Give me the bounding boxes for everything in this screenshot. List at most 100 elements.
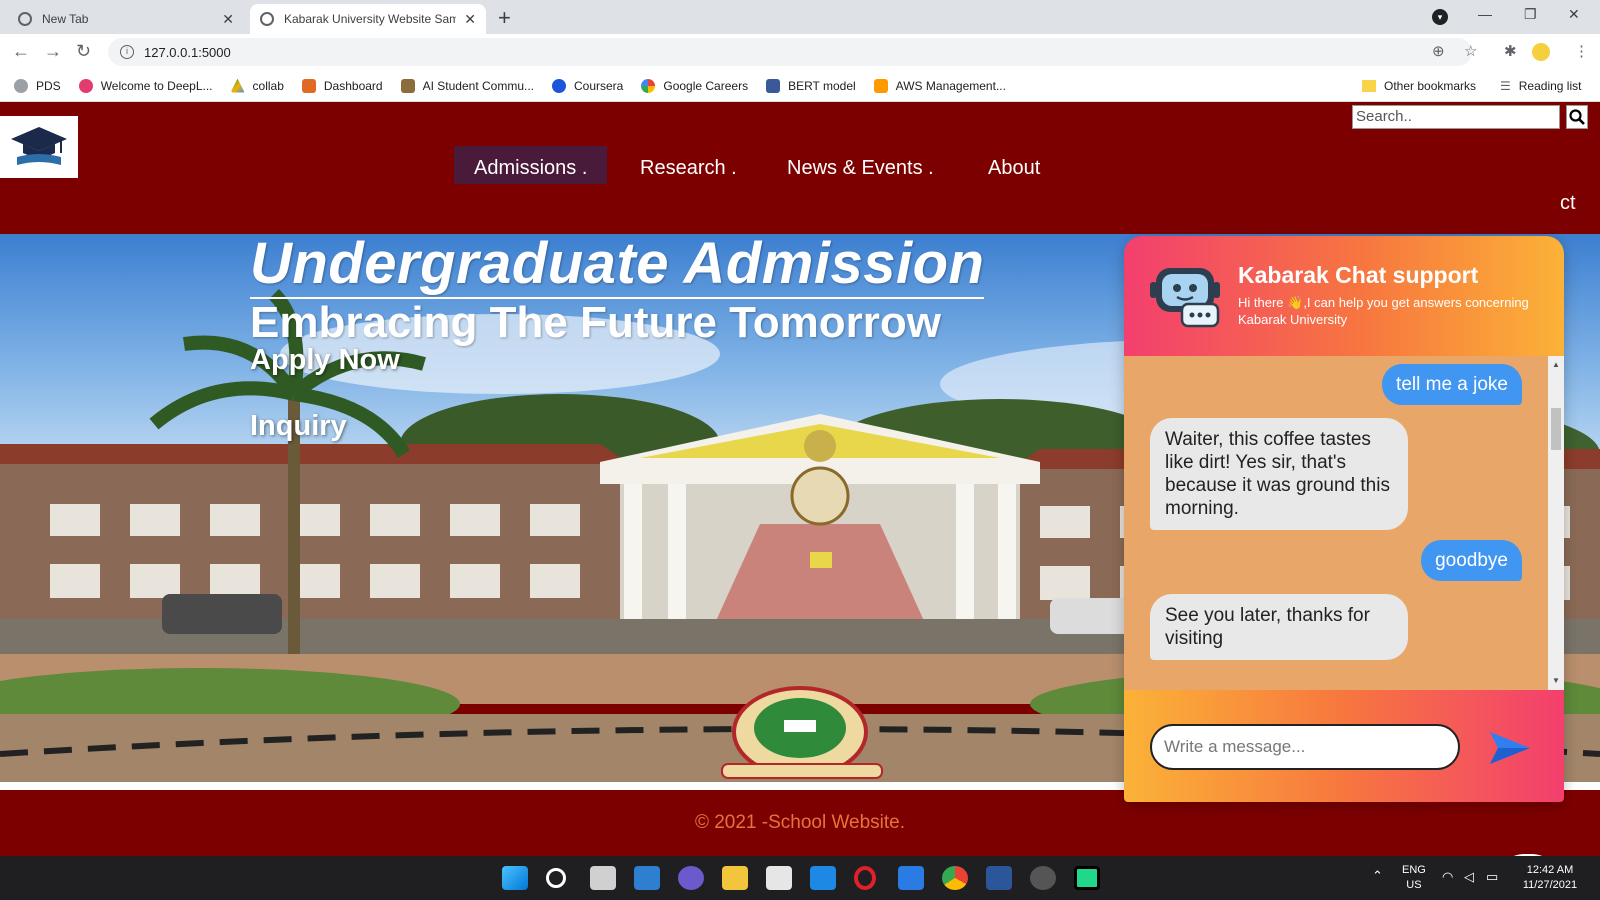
bookmark-item[interactable]: AI Student Commu...: [400, 78, 534, 93]
address-bar[interactable]: i 127.0.0.1:5000: [108, 38, 1472, 66]
search-button[interactable]: [1566, 105, 1588, 129]
deepl-icon: [78, 78, 93, 93]
user-message: tell me a joke: [1382, 364, 1522, 405]
windows-taskbar: ⌃ ENG US ◠ ◁ ▭ 12:42 AM 11/27/2021: [0, 856, 1600, 900]
bookmark-item[interactable]: PDS: [14, 78, 61, 93]
tray-overflow-icon[interactable]: ⌃: [1372, 868, 1383, 883]
file-explorer-icon[interactable]: [722, 866, 748, 890]
task-view-icon[interactable]: [590, 866, 616, 890]
nav-admissions[interactable]: Admissions .: [454, 146, 608, 184]
obs-icon[interactable]: [1030, 866, 1056, 890]
other-bookmarks[interactable]: Other bookmarks: [1362, 70, 1476, 102]
opera-icon[interactable]: [854, 866, 876, 890]
profile-avatar[interactable]: [1532, 43, 1550, 61]
todo-icon[interactable]: [898, 866, 924, 890]
bookmarks-bar: PDS Welcome to DeepL... collab Dashboard…: [0, 70, 1600, 102]
bot-message: See you later, thanks for visiting: [1150, 594, 1408, 660]
store-icon[interactable]: [766, 866, 792, 890]
menu-kebab-icon[interactable]: ⋮: [1574, 42, 1589, 60]
search-taskbar-icon[interactable]: [546, 868, 566, 888]
folder-icon: [1362, 80, 1376, 92]
close-icon[interactable]: ✕: [464, 11, 476, 28]
chat-header: Kabarak Chat support Hi there 👋,I can he…: [1124, 236, 1564, 356]
battery-icon[interactable]: ▭: [1486, 869, 1498, 884]
clock[interactable]: 12:42 AM 11/27/2021: [1514, 863, 1586, 893]
ai-community-icon: [400, 78, 415, 93]
reading-list[interactable]: ☰ Reading list: [1500, 70, 1581, 102]
word-icon[interactable]: [986, 866, 1012, 890]
nav-news-events[interactable]: News & Events .: [767, 146, 954, 184]
inquiry-link[interactable]: Inquiry: [250, 410, 347, 443]
lang-label: ENG: [1402, 864, 1426, 876]
info-icon[interactable]: i: [120, 45, 134, 59]
tab-search-icon[interactable]: ▾: [1432, 9, 1448, 25]
clock-time: 12:42 AM: [1526, 864, 1574, 876]
pycharm-icon[interactable]: [1074, 866, 1100, 890]
bookmark-item[interactable]: Dashboard: [301, 78, 383, 93]
back-icon[interactable]: ←: [12, 41, 30, 62]
google-icon: [641, 78, 656, 93]
browser-tab-bar: New Tab ✕ Kabarak University Website Sam…: [0, 0, 1600, 34]
bookmark-item[interactable]: Google Careers: [641, 78, 749, 93]
chrome-taskbar-icon[interactable]: [942, 866, 968, 890]
chat-widget: Kabarak Chat support Hi there 👋,I can he…: [1124, 236, 1564, 802]
tab-new-tab[interactable]: New Tab ✕: [8, 4, 244, 34]
extensions-icon[interactable]: ✱: [1504, 42, 1517, 60]
language-indicator[interactable]: ENG US: [1402, 863, 1426, 893]
url-text: 127.0.0.1:5000: [144, 44, 231, 60]
bert-icon: [766, 78, 781, 93]
chat-description: Hi there 👋,I can help you get answers co…: [1238, 295, 1529, 327]
chat-message-input[interactable]: Write a message...: [1150, 724, 1460, 770]
chrome-icon: [18, 12, 32, 26]
minimize-icon[interactable]: —: [1478, 6, 1492, 22]
nav-research[interactable]: Research .: [620, 146, 757, 184]
aws-icon: [873, 78, 888, 93]
zoom-icon[interactable]: ⊕: [1432, 42, 1445, 60]
bookmark-label: Welcome to DeepL...: [100, 78, 213, 93]
bot-message: Waiter, this coffee tastes like dirt! Ye…: [1150, 418, 1408, 530]
bookmark-label: Google Careers: [663, 78, 749, 93]
bookmark-label: PDS: [36, 78, 61, 93]
search-icon: [1569, 109, 1585, 125]
nav-contact-clipped[interactable]: ct: [1560, 192, 1576, 215]
bookmark-label: Coursera: [574, 78, 624, 93]
close-window-icon[interactable]: ✕: [1568, 6, 1580, 23]
other-bookmarks-label: Other bookmarks: [1384, 79, 1477, 93]
coursera-icon: [552, 78, 566, 93]
bookmark-item[interactable]: AWS Management...: [873, 78, 1006, 93]
bookmark-label: BERT model: [788, 78, 856, 93]
region-label: US: [1406, 879, 1422, 891]
bookmark-item[interactable]: Coursera: [552, 78, 624, 93]
bookmark-item[interactable]: BERT model: [766, 78, 856, 93]
close-icon[interactable]: ✕: [222, 11, 234, 28]
bookmark-item[interactable]: collab: [230, 78, 284, 93]
forward-icon[interactable]: →: [44, 41, 62, 62]
drive-icon: [230, 78, 245, 93]
widgets-icon[interactable]: [634, 866, 660, 890]
start-icon[interactable]: [502, 866, 528, 890]
new-tab-button[interactable]: +: [498, 5, 511, 31]
wifi-icon[interactable]: ◠: [1442, 869, 1453, 884]
tab-kabarak[interactable]: Kabarak University Website Samp ✕: [250, 4, 486, 34]
chatbot-icon: [1150, 268, 1220, 328]
reload-icon[interactable]: ↻: [76, 41, 91, 62]
bookmark-label: Dashboard: [323, 78, 383, 93]
mail-icon[interactable]: [810, 866, 836, 890]
scroll-up-icon[interactable]: ▲: [1552, 360, 1560, 369]
scroll-thumb[interactable]: [1551, 408, 1561, 450]
teams-chat-icon[interactable]: [678, 866, 704, 890]
bookmark-star-icon[interactable]: ☆: [1464, 42, 1477, 60]
send-icon[interactable]: [1488, 730, 1532, 766]
website-page: Search.. Admissions . Research . News & …: [0, 102, 1600, 856]
nav-about[interactable]: About: [968, 146, 1060, 184]
hero-subtitle: Embracing The Future Tomorrow: [250, 298, 942, 347]
site-search-input[interactable]: Search..: [1352, 105, 1560, 129]
volume-icon[interactable]: ◁: [1464, 869, 1474, 884]
apply-now-link[interactable]: Apply Now: [250, 344, 400, 377]
scroll-down-icon[interactable]: ▼: [1552, 676, 1560, 685]
bookmark-item[interactable]: Welcome to DeepL...: [78, 78, 213, 93]
chat-messages[interactable]: tell me a joke Waiter, this coffee taste…: [1124, 356, 1564, 690]
restore-icon[interactable]: ❐: [1524, 6, 1537, 23]
chat-scrollbar[interactable]: ▲ ▼: [1548, 356, 1564, 690]
tab-title: Kabarak University Website Samp: [284, 12, 457, 26]
